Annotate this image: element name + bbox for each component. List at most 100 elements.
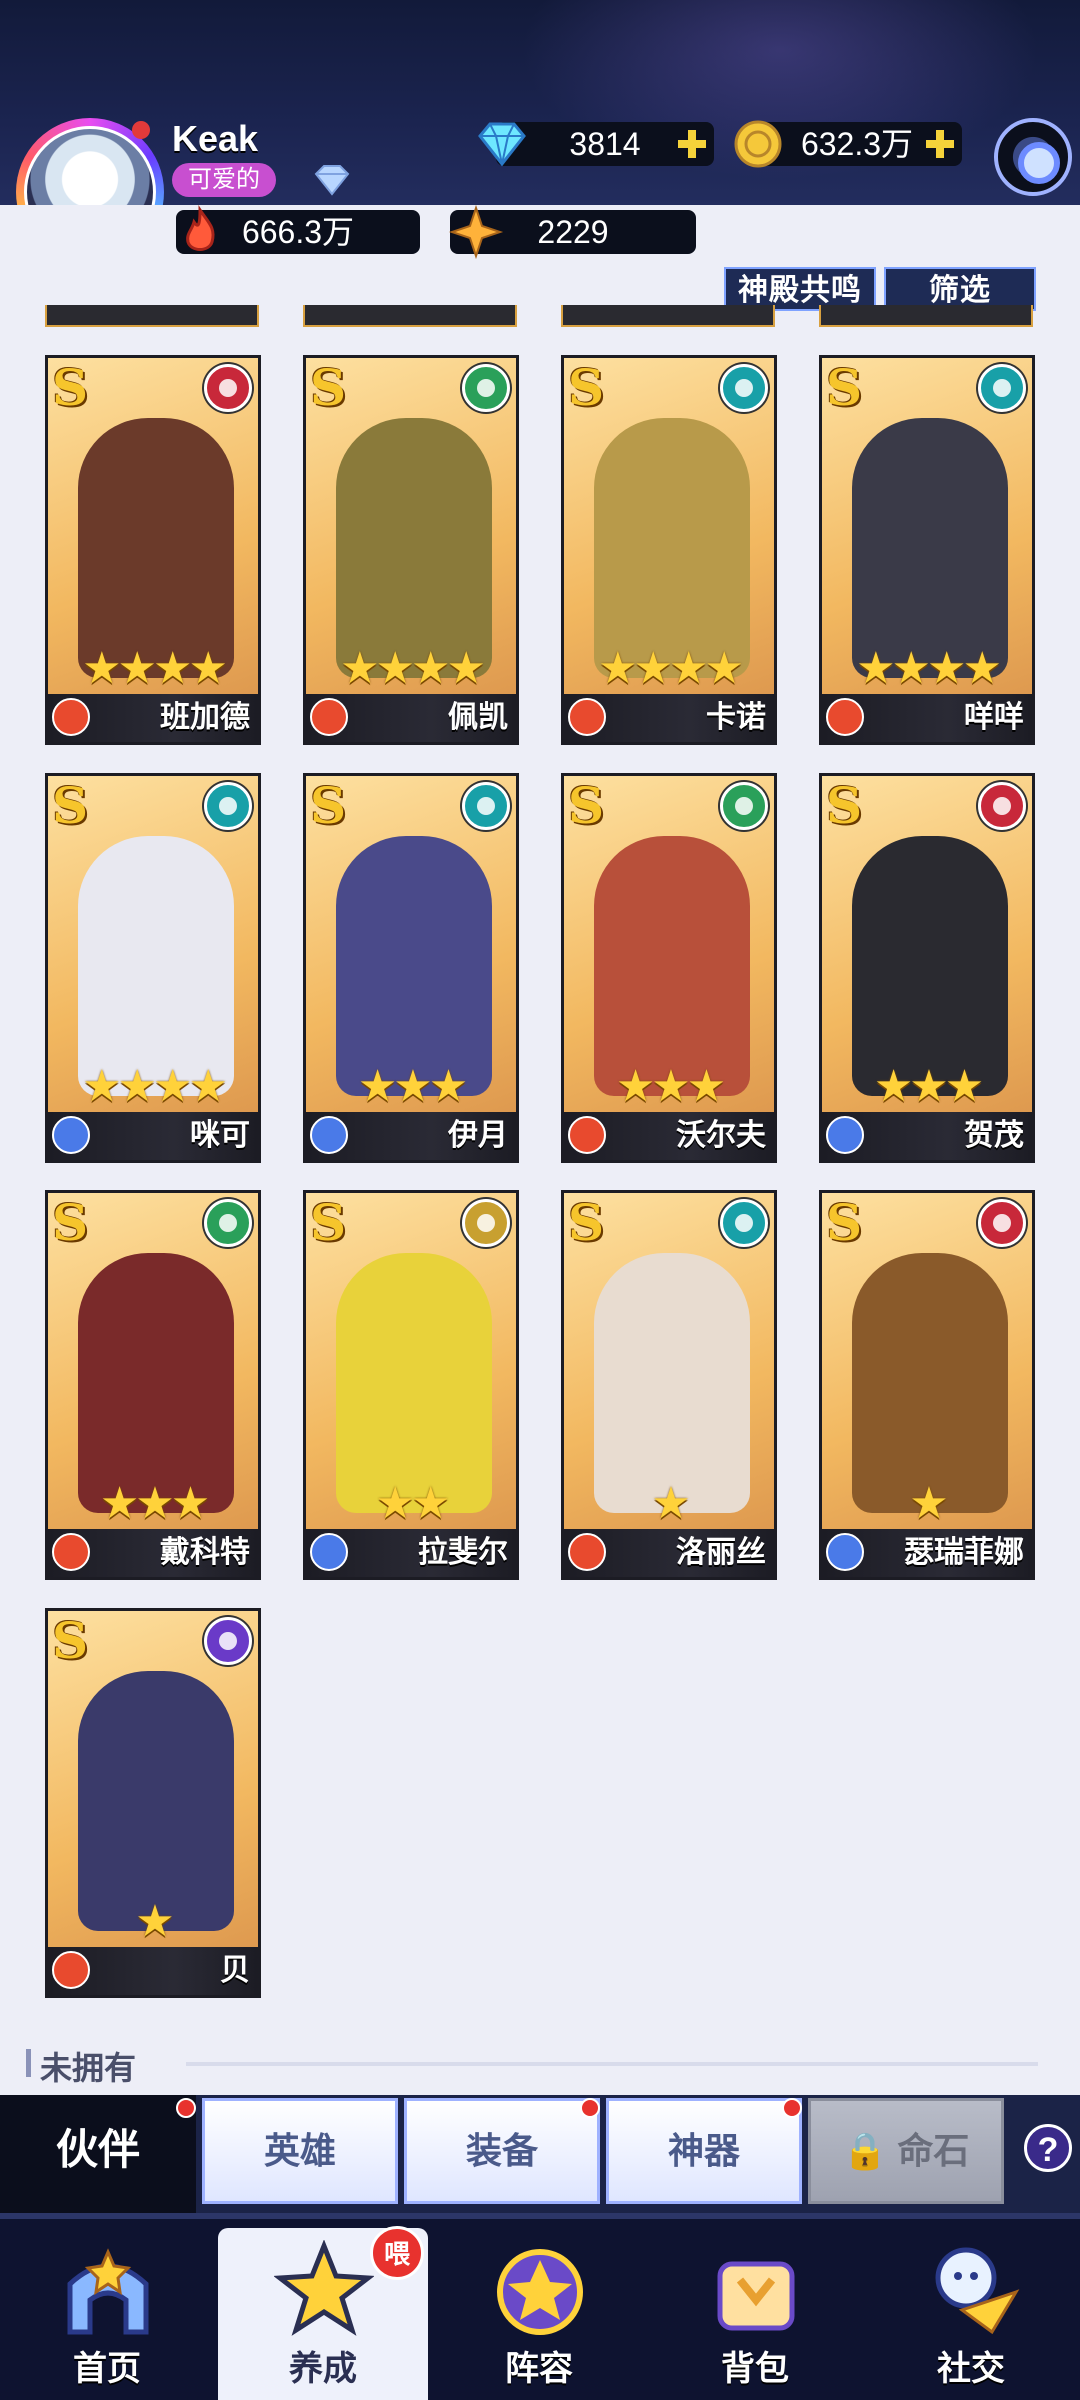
equipment-notification-dot bbox=[580, 2098, 600, 2118]
name-bar: 戴科特 bbox=[48, 1529, 258, 1577]
star-rating: ★★★★ bbox=[598, 644, 744, 693]
tab-fate-stone-label: 命石 bbox=[897, 2130, 970, 2171]
crystal-value: 2229 bbox=[537, 214, 609, 250]
name-bar: 拉斐尔 bbox=[306, 1529, 516, 1577]
star-rating: ★★ bbox=[375, 1479, 451, 1528]
help-icon[interactable]: ? bbox=[1024, 2124, 1072, 2172]
hero-card[interactable]: S ★★★ 戴科特 bbox=[45, 1190, 261, 1580]
name-bar: 咪可 bbox=[48, 1112, 258, 1160]
name-bar: 瑟瑞菲娜 bbox=[822, 1529, 1032, 1577]
hero-card[interactable]: S ★★★ 伊月 bbox=[303, 773, 519, 1163]
hero-name: 沃尔夫 bbox=[676, 1119, 766, 1152]
hero-card[interactable]: S ★★★★ 卡诺 bbox=[561, 355, 777, 745]
hero-card[interactable]: S ★★★★ 班加德 bbox=[45, 355, 261, 745]
diamond-amount: 3814 bbox=[569, 126, 641, 162]
gold-counter: 632.3万 bbox=[734, 120, 962, 168]
gold-amount: 632.3万 bbox=[800, 126, 914, 162]
element-icon bbox=[720, 364, 768, 412]
lock-icon: 🔒 bbox=[842, 2130, 888, 2171]
rank-s-icon: S bbox=[826, 776, 863, 835]
tab-artifact[interactable]: 神器 bbox=[606, 2098, 802, 2204]
hero-card[interactable]: S ★★★★ 咪可 bbox=[45, 773, 261, 1163]
scrolled-card-strip bbox=[45, 305, 259, 327]
hero-figure bbox=[852, 836, 1008, 1096]
hero-figure bbox=[336, 418, 492, 678]
power-value: 666.3万 bbox=[241, 214, 355, 250]
tab-fate-stone[interactable]: 🔒 命石 bbox=[808, 2098, 1004, 2204]
scrolled-card-strip bbox=[303, 305, 517, 327]
class-icon bbox=[826, 1116, 864, 1154]
hero-figure bbox=[78, 1671, 234, 1931]
class-icon bbox=[310, 698, 348, 736]
hero-name: 瑟瑞菲娜 bbox=[904, 1536, 1024, 1569]
element-icon bbox=[720, 1199, 768, 1247]
social-ghost-icon bbox=[935, 2247, 1020, 2335]
class-icon bbox=[568, 1533, 606, 1571]
hero-figure bbox=[78, 418, 234, 678]
name-bar: 贺茂 bbox=[822, 1112, 1032, 1160]
element-icon bbox=[204, 364, 252, 412]
rank-s-icon: S bbox=[568, 358, 605, 417]
nav-bag-label: 背包 bbox=[721, 2350, 789, 2388]
hero-name: 洛丽丝 bbox=[676, 1536, 766, 1569]
develop-badge: 喂 bbox=[370, 2226, 424, 2280]
partner-notification-dot bbox=[176, 2098, 196, 2118]
avatar-notification-dot bbox=[132, 121, 150, 139]
hero-figure bbox=[78, 1253, 234, 1513]
hero-card[interactable]: S ★★★★ 佩凯 bbox=[303, 355, 519, 745]
rank-s-icon: S bbox=[310, 358, 347, 417]
element-icon bbox=[204, 1617, 252, 1665]
hero-figure bbox=[594, 1253, 750, 1513]
class-icon bbox=[568, 698, 606, 736]
nav-home[interactable]: 首页 bbox=[2, 2228, 212, 2400]
player-name: Keak bbox=[172, 118, 259, 159]
home-gate-icon bbox=[67, 2248, 149, 2335]
nav-lineup[interactable]: 阵容 bbox=[434, 2228, 644, 2400]
hero-name: 卡诺 bbox=[706, 701, 766, 734]
tab-equipment[interactable]: 装备 bbox=[404, 2098, 600, 2204]
element-icon bbox=[978, 1199, 1026, 1247]
tab-hero[interactable]: 英雄 bbox=[202, 2098, 398, 2204]
tab-partner[interactable]: 伙伴 bbox=[0, 2095, 196, 2213]
hero-card[interactable]: S ★★★ 沃尔夫 bbox=[561, 773, 777, 1163]
element-icon bbox=[978, 364, 1026, 412]
hero-figure bbox=[336, 836, 492, 1096]
class-icon bbox=[52, 1116, 90, 1154]
element-icon bbox=[204, 1199, 252, 1247]
class-icon bbox=[310, 1533, 348, 1571]
hero-figure bbox=[852, 1253, 1008, 1513]
hero-figure bbox=[336, 1253, 492, 1513]
hero-card[interactable]: S ★★★★ 咩咩 bbox=[819, 355, 1035, 745]
add-diamond-icon[interactable] bbox=[676, 128, 708, 160]
hero-card[interactable]: S ★ 洛丽丝 bbox=[561, 1190, 777, 1580]
gold-coin-icon bbox=[734, 120, 782, 168]
hero-card[interactable]: S ★ 瑟瑞菲娜 bbox=[819, 1190, 1035, 1580]
name-bar: 洛丽丝 bbox=[564, 1529, 774, 1577]
element-icon bbox=[462, 782, 510, 830]
rank-s-icon: S bbox=[568, 776, 605, 835]
class-icon bbox=[568, 1116, 606, 1154]
hero-name: 戴科特 bbox=[160, 1536, 250, 1569]
name-bar: 佩凯 bbox=[306, 694, 516, 742]
rank-s-icon: S bbox=[52, 1193, 89, 1252]
hero-name: 贺茂 bbox=[964, 1119, 1024, 1152]
star-rating: ★★★★ bbox=[340, 644, 486, 693]
nav-develop-label: 养成 bbox=[289, 2350, 357, 2388]
hero-figure bbox=[78, 836, 234, 1096]
name-bar: 伊月 bbox=[306, 1112, 516, 1160]
add-gold-icon[interactable] bbox=[924, 128, 956, 160]
player-title-tag: 可爱的 bbox=[172, 163, 276, 197]
rank-s-icon: S bbox=[310, 1193, 347, 1252]
settings-gear-icon[interactable] bbox=[994, 118, 1072, 196]
rank-s-icon: S bbox=[52, 358, 89, 417]
hero-card[interactable]: S ★★★ 贺茂 bbox=[819, 773, 1035, 1163]
hero-card[interactable]: S ★★ 拉斐尔 bbox=[303, 1190, 519, 1580]
hero-card[interactable]: S ★ 贝 bbox=[45, 1608, 261, 1998]
star-rating: ★ bbox=[651, 1479, 690, 1528]
nav-bag[interactable]: 背包 bbox=[650, 2228, 860, 2400]
element-icon bbox=[462, 1199, 510, 1247]
name-bar: 沃尔夫 bbox=[564, 1112, 774, 1160]
hero-name: 拉斐尔 bbox=[418, 1536, 508, 1569]
nav-social[interactable]: 社交 bbox=[866, 2228, 1076, 2400]
diamond-counter: 3814 bbox=[478, 122, 714, 167]
